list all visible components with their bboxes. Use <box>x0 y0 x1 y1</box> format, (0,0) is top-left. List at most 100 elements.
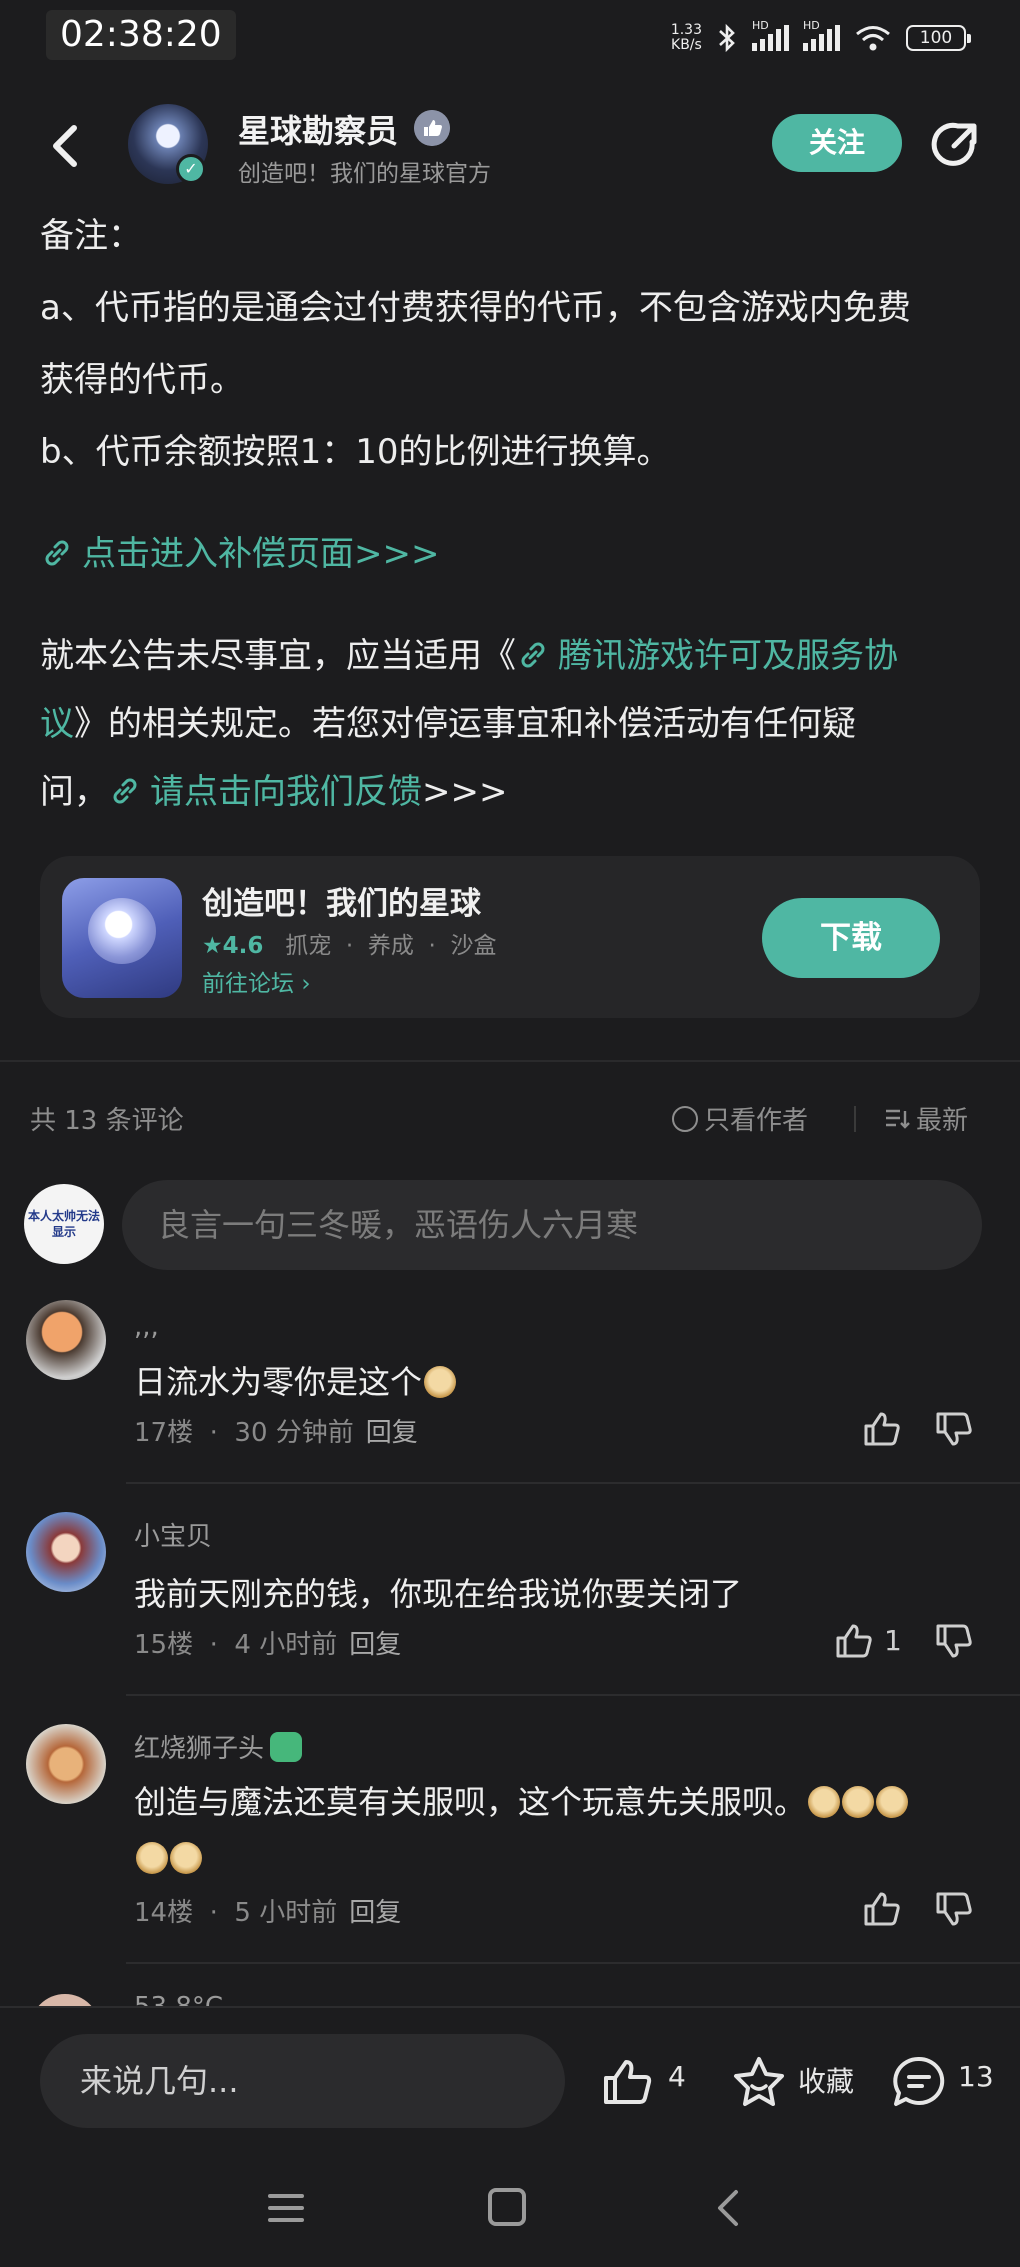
only-author-toggle[interactable]: 只看作者 <box>672 1100 808 1137</box>
emoji-icon <box>876 1786 909 1818</box>
comments-count: 共 13 条评论 <box>30 1106 184 1136</box>
note-a-line1: a、代币指的是通会过付费获得的代币，不包含游戏内免费 <box>40 288 911 328</box>
reply-button[interactable]: 回复 <box>349 1898 401 1928</box>
wifi-icon <box>856 26 890 51</box>
say-something-input[interactable]: 来说几句... <box>40 2034 565 2128</box>
comment-divider <box>126 1482 1020 1484</box>
thumbs-down-icon[interactable] <box>934 1888 976 1930</box>
sort-latest-button[interactable]: 最新 <box>884 1100 968 1137</box>
emoji-icon <box>136 1842 168 1874</box>
network-speed: 1.33 KB/s <box>670 22 702 53</box>
link-icon <box>521 642 545 668</box>
author-subtitle: 创造吧！我们的星球官方 <box>238 161 491 187</box>
paragraph-2-line2: 议》的相关规定。若您对停运事宜和补偿活动有任何疑 <box>40 704 856 744</box>
link-icon <box>113 778 137 804</box>
comment-bubble-icon[interactable] <box>890 2054 948 2110</box>
commenter-name[interactable]: 53.8°C <box>134 1992 223 2006</box>
signal-2-icon: HD <box>803 19 840 51</box>
author-name[interactable]: 星球勘察员 <box>238 106 398 152</box>
comment-count: 13 <box>958 2060 994 2093</box>
thumbs-up-icon[interactable] <box>600 2054 656 2110</box>
comment-text: 我前天刚充的钱，你现在给我说你要关闭了 <box>134 1575 743 1613</box>
nav-back-icon[interactable] <box>710 2186 746 2230</box>
section-divider <box>0 1060 1020 1062</box>
commenter-name[interactable]: ,,, <box>134 1312 159 1342</box>
radio-circle-icon <box>672 1105 698 1132</box>
game-rating: 4.6 <box>222 933 264 959</box>
go-to-forum-link[interactable]: 前往论坛 › <box>202 964 311 998</box>
game-tag: 抓宠 <box>285 933 332 959</box>
system-nav-bar <box>0 2160 1020 2260</box>
chevron-right-icon: › <box>301 971 311 997</box>
game-tag: 沙盒 <box>450 933 497 959</box>
like-count: 1 <box>884 1624 902 1657</box>
battery-icon: 100 <box>906 25 971 51</box>
menu-icon[interactable] <box>266 2190 306 2226</box>
game-tag: 养成 <box>367 933 414 959</box>
paragraph-2-line1: 就本公告未尽事宜，应当适用《 腾讯游戏许可及服务协 <box>40 636 898 676</box>
share-icon[interactable] <box>928 118 982 172</box>
note-title: 备注： <box>40 216 142 256</box>
game-name: 创造吧！我们的星球 <box>202 886 481 922</box>
commenter-avatar[interactable] <box>26 1300 106 1380</box>
status-time: 02:38:20 <box>46 10 236 60</box>
status-bar: 02:38:20 1.33 KB/s HD HD 100 <box>0 0 1020 70</box>
comment-input-row: 本人太帅无法显示 良言一句三冬暖，恶语伤人六月寒 <box>24 1180 984 1272</box>
commenter-avatar[interactable] <box>26 1724 106 1804</box>
tencent-agreement-link-cont[interactable]: 议 <box>40 704 74 744</box>
comment-divider <box>126 1694 1020 1696</box>
back-arrow-icon[interactable] <box>42 118 92 174</box>
sort-icon <box>886 1109 910 1129</box>
download-button[interactable]: 下载 <box>762 898 940 978</box>
thumbs-down-icon[interactable] <box>934 1408 976 1450</box>
comment-text: 创造与魔法还莫有关服呗，这个玩意先关服呗。 <box>134 1774 974 1886</box>
note-a-line2: 获得的代币。 <box>40 360 244 400</box>
comment-text: 日流水为零你是这个 <box>134 1354 974 1410</box>
commenter-name[interactable]: 红烧狮子头 <box>134 1728 303 1765</box>
comment-input[interactable]: 良言一句三冬暖，恶语伤人六月寒 <box>122 1180 982 1270</box>
emoji-icon <box>170 1842 202 1874</box>
signal-1-icon: HD <box>752 19 789 51</box>
comment-meta: 14楼 · 5 小时前 回复 <box>134 1898 402 1928</box>
game-card[interactable]: 创造吧！我们的星球 ★4.6 抓宠 · 养成 · 沙盒 前往论坛 › 下载 <box>40 856 980 1018</box>
link-icon <box>45 540 69 566</box>
game-controller-badge-icon <box>270 1732 303 1762</box>
thumbs-up-icon[interactable] <box>862 1408 904 1450</box>
star-icon: ★ <box>202 933 223 959</box>
favorite-label[interactable]: 收藏 <box>798 2060 854 2100</box>
thumbs-up-icon[interactable] <box>862 1888 904 1930</box>
comment-meta: 17楼 · 30 分钟前 回复 <box>134 1418 418 1448</box>
note-b: b、代币余额按照1：10的比例进行换算。 <box>40 432 671 472</box>
comment-meta: 15楼 · 4 小时前 回复 <box>134 1630 402 1660</box>
paragraph-2-line3: 问， 请点击向我们反馈>>> <box>40 772 508 812</box>
like-count: 4 <box>668 2060 686 2093</box>
thumbs-down-icon[interactable] <box>934 1620 976 1662</box>
comments-header: 共 13 条评论 只看作者 最新 <box>30 1100 980 1140</box>
commenter-name[interactable]: 小宝贝 <box>134 1516 212 1553</box>
star-favorite-icon[interactable] <box>730 2054 788 2110</box>
game-app-icon <box>62 878 182 998</box>
header-separator <box>854 1106 856 1132</box>
tencent-agreement-link[interactable]: 腾讯游戏许可及服务协 <box>558 636 898 676</box>
commenter-avatar[interactable] <box>30 1994 100 2006</box>
thumbs-up-icon[interactable] <box>834 1620 876 1662</box>
commenter-avatar[interactable] <box>26 1512 106 1592</box>
reply-button[interactable]: 回复 <box>349 1630 401 1660</box>
official-thumb-icon <box>414 110 450 146</box>
status-icons: 1.33 KB/s HD HD 100 <box>670 19 971 54</box>
feedback-link[interactable]: 请点击向我们反馈 <box>150 772 422 812</box>
game-meta: ★4.6 抓宠 · 养成 · 沙盒 <box>202 933 497 959</box>
emoji-icon <box>808 1786 841 1818</box>
top-nav: ✓ 星球勘察员 创造吧！我们的星球官方 关注 <box>0 96 1020 196</box>
my-avatar[interactable]: 本人太帅无法显示 <box>24 1184 104 1264</box>
emoji-icon <box>842 1786 875 1818</box>
reply-button[interactable]: 回复 <box>366 1418 418 1448</box>
bluetooth-icon <box>719 23 735 53</box>
article-body: 备注： a、代币指的是通会过付费获得的代币，不包含游戏内免费 获得的代币。 b、… <box>40 200 990 828</box>
partial-comment: 53.8°C <box>0 1990 1020 2006</box>
comment-divider <box>126 1962 1020 1964</box>
emoji-icon <box>424 1366 457 1398</box>
compensation-link[interactable]: 点击进入补偿页面>>> <box>40 518 990 590</box>
follow-button[interactable]: 关注 <box>772 114 902 172</box>
home-square-icon[interactable] <box>488 2188 526 2226</box>
